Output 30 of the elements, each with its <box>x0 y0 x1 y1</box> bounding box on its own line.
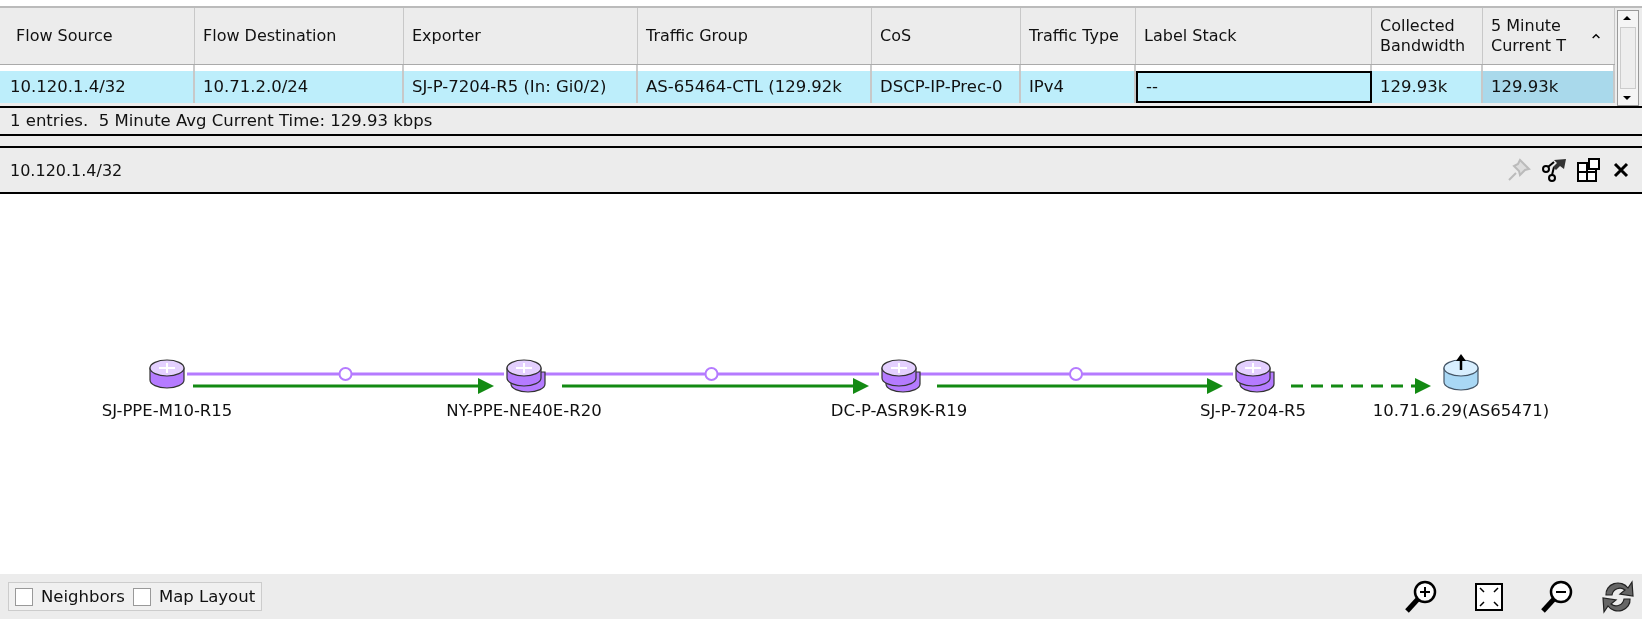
table-cell: -- <box>1136 71 1372 103</box>
table-cell: 10.120.1.4/32 <box>0 71 195 103</box>
table-cell: IPv4 <box>1021 71 1136 103</box>
table-cell: 129.93k <box>1483 71 1615 103</box>
checkbox[interactable]: Neighbors <box>15 587 125 606</box>
router-stack-icon[interactable] <box>881 359 921 393</box>
router-stack-icon[interactable] <box>506 359 546 393</box>
node-label: 10.71.6.29(AS65471) <box>1372 401 1550 420</box>
table-cell: 10.71.2.0/24 <box>195 71 404 103</box>
sort-ascending-icon <box>1591 32 1600 40</box>
bgp-router-icon[interactable] <box>1443 354 1479 391</box>
node-label: NY-PPE-NE40E-R20 <box>446 401 602 420</box>
table-cell: SJ-P-7204-R5 (In: Gi0/2) <box>404 71 638 103</box>
table-cell: AS-65464-CTL (129.92k <box>638 71 872 103</box>
checkbox-box[interactable] <box>15 587 33 606</box>
node-label: DC-P-ASR9K-R19 <box>830 401 968 420</box>
node-export-icon[interactable] <box>1540 157 1568 183</box>
window-grid-icon[interactable] <box>1576 157 1602 183</box>
table-row[interactable]: 10.120.1.4/32 10.71.2.0/24 SJ-P-7204-R5 (In: Gi0/2) AS-65464-CTL (129.92k DSCP-IP-Prec-0 IPv4 -- 129.93k 129.93k <box>0 71 1615 103</box>
node-label: SJ-PPE-M10-R15 <box>101 401 233 420</box>
node-label: SJ-P-7204-R5 <box>1199 401 1307 420</box>
checkbox[interactable]: Map Layout <box>132 587 256 606</box>
scrollbar[interactable] <box>1617 10 1639 106</box>
table-cell: DSCP-IP-Prec-0 <box>872 71 1021 103</box>
checkbox-box[interactable] <box>132 587 151 606</box>
panel-title: 10.120.1.4/32 <box>10 160 123 180</box>
router-stack-icon[interactable] <box>1235 359 1275 393</box>
status-text: 1 entries. 5 Minute Avg Current Time: 129.93 kbps <box>0 106 1642 136</box>
router-icon[interactable] <box>149 359 185 389</box>
splitter-handle[interactable] <box>0 136 1642 146</box>
